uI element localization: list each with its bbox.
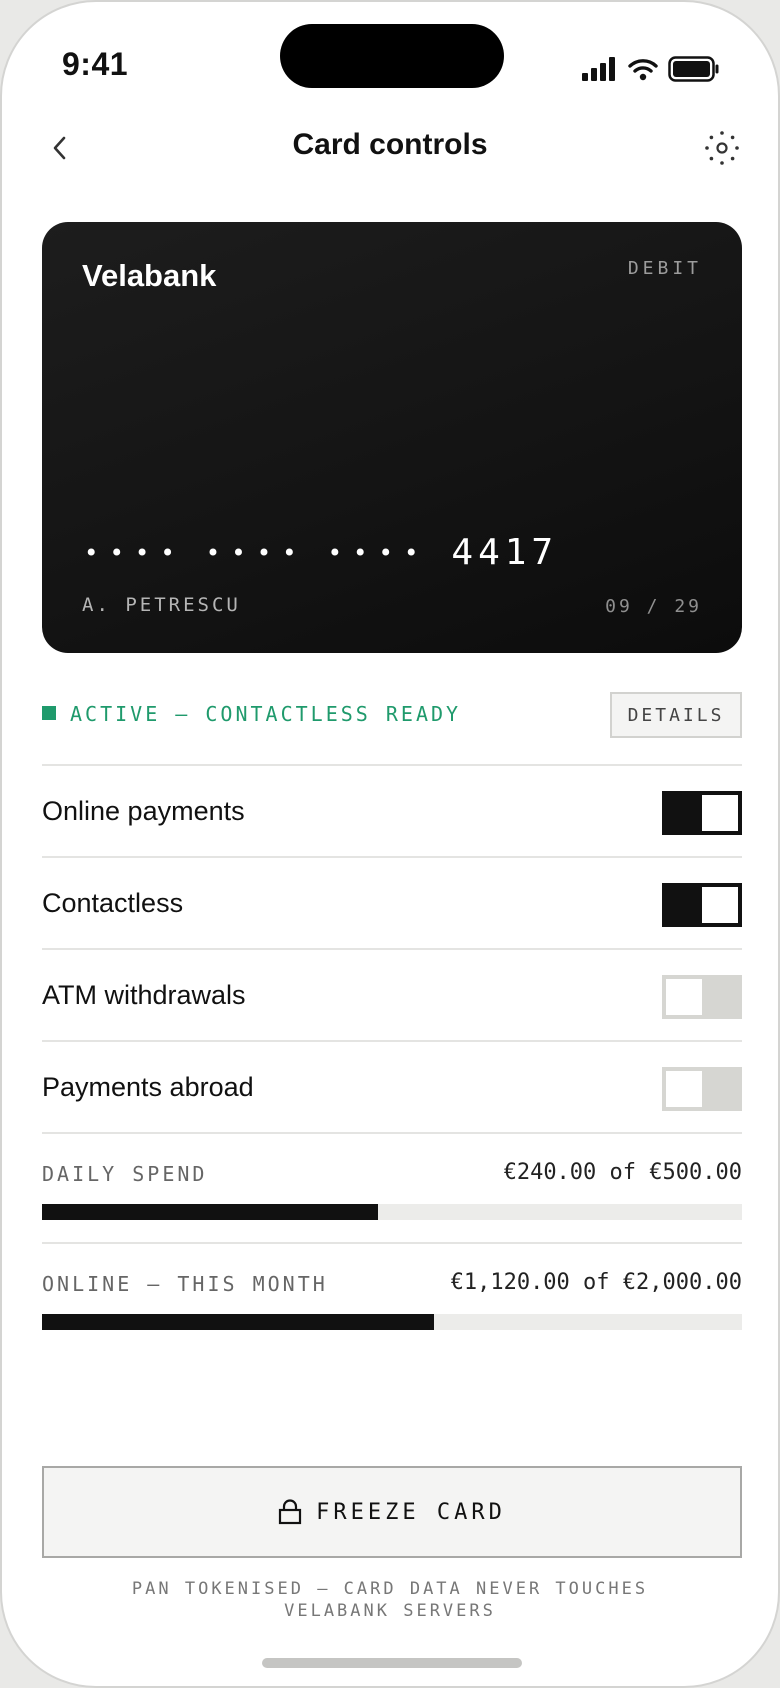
card-brand: Velabank (82, 258, 217, 293)
page-title: Card controls (292, 128, 488, 161)
online-payments-switch[interactable] (662, 791, 742, 835)
signal-icon (582, 57, 615, 81)
card-masked-group: •••• (327, 538, 430, 567)
limit-label: DAILY SPEND (42, 1162, 208, 1186)
toggle-label: Online payments (42, 796, 245, 826)
limit-online-month: ONLINE — THIS MONTH €1,120.00 of €2,000.… (42, 1242, 742, 1352)
phone-screen: 9:41 Card controls Velabank DEBIT •••• •… (0, 0, 780, 1688)
status-indicator (42, 706, 56, 720)
card-masked-group: •••• (205, 538, 308, 567)
contactless-switch[interactable] (662, 883, 742, 927)
card-masked-group: •••• (84, 538, 186, 567)
toggle-list: Online payments Contactless ATM withdraw… (42, 764, 742, 1132)
details-button[interactable]: DETAILS (610, 692, 742, 738)
status-text: ACTIVE — CONTACTLESS READY (70, 702, 462, 726)
limit-value: €1,120.00 of €2,000.00 (450, 1270, 742, 1295)
switch-knob (666, 1071, 702, 1107)
toggle-label: Contactless (42, 888, 184, 918)
settings-button[interactable] (700, 126, 744, 170)
card-status-row: ACTIVE — CONTACTLESS READY DETAILS (42, 692, 742, 738)
limit-progress-track (42, 1204, 742, 1220)
dynamic-island (280, 24, 504, 88)
card-last4: 4417 (451, 532, 559, 573)
security-footnote: PAN TOKENISED — CARD DATA NEVER TOUCHES … (131, 1579, 649, 1621)
toggle-label: ATM withdrawals (42, 980, 246, 1010)
freeze-card-label: FREEZE CARD (316, 1499, 506, 1525)
payments-abroad-switch[interactable] (662, 1067, 742, 1111)
status-icons (582, 54, 720, 84)
limit-progress-track (42, 1314, 742, 1330)
card-type: DEBIT (627, 258, 702, 279)
atm-withdrawals-switch[interactable] (662, 975, 742, 1019)
limit-daily-spend: DAILY SPEND €240.00 of €500.00 (42, 1132, 742, 1242)
status-time: 9:41 (62, 46, 129, 82)
freeze-card-button[interactable]: FREEZE CARD (42, 1466, 742, 1558)
switch-knob (666, 979, 702, 1015)
wifi-icon (628, 59, 658, 81)
limit-value: €240.00 of €500.00 (503, 1160, 742, 1185)
limit-progress-fill (42, 1204, 378, 1220)
toggle-row-contactless: Contactless (42, 856, 742, 948)
card-holder: A. PETRESCU (82, 594, 241, 616)
gear-icon (705, 131, 739, 165)
card-number: •••• •••• •••• 4417 (84, 532, 558, 573)
switch-knob (702, 795, 738, 831)
switch-knob (702, 887, 738, 923)
toggle-row-atm-withdrawals: ATM withdrawals (42, 948, 742, 1040)
toggle-row-online-payments: Online payments (42, 764, 742, 856)
battery-icon (668, 56, 719, 82)
lock-icon (279, 1499, 302, 1525)
limit-progress-fill (42, 1314, 434, 1330)
debit-card[interactable]: Velabank DEBIT •••• •••• •••• 4417 A. PE… (42, 222, 742, 653)
home-indicator[interactable] (262, 1658, 522, 1668)
toggle-label: Payments abroad (42, 1072, 254, 1102)
toggle-row-payments-abroad: Payments abroad (42, 1040, 742, 1132)
limit-label: ONLINE — THIS MONTH (42, 1272, 328, 1296)
spending-limits: DAILY SPEND €240.00 of €500.00 ONLINE — … (42, 1132, 742, 1352)
card-expiry: 09 / 29 (605, 596, 702, 617)
